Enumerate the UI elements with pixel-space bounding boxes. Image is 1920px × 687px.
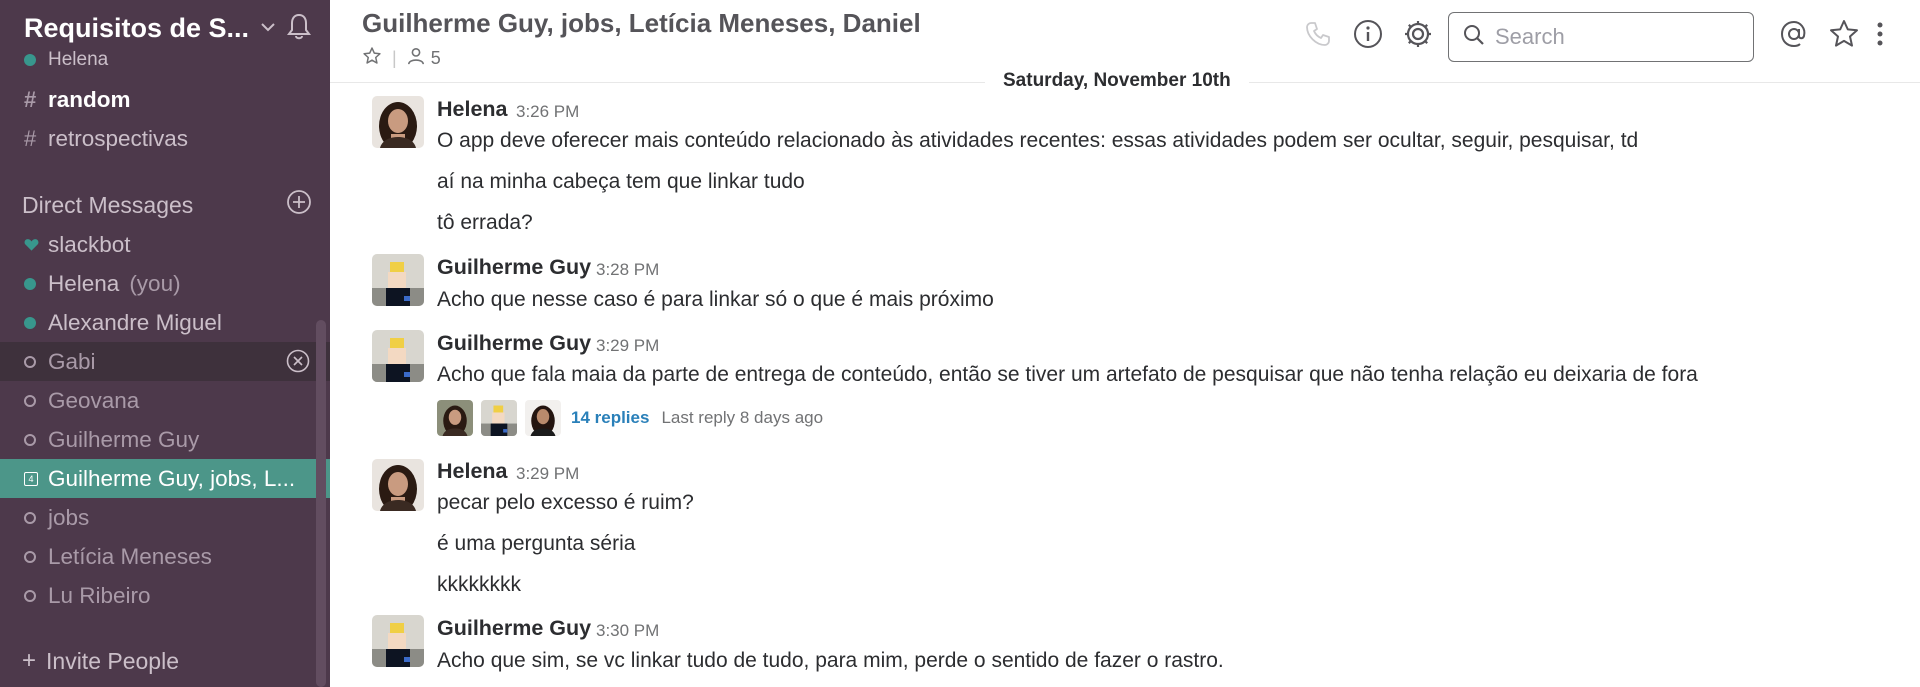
dm-label: slackbot (48, 231, 131, 257)
dm-label: Letícia Meneses (48, 543, 212, 569)
presence-away-icon (24, 394, 36, 407)
message-author[interactable]: Helena (437, 459, 508, 484)
dm-label: Gabi (48, 348, 96, 374)
star-outline-icon[interactable] (362, 46, 382, 71)
message-author[interactable]: Helena (437, 97, 508, 122)
search-icon (1463, 24, 1485, 51)
meta-divider: | (392, 48, 397, 68)
presence-away-icon (24, 433, 36, 446)
sidebar: Requisitos de S... Helena # random # ret… (0, 0, 330, 687)
bell-icon[interactable] (284, 12, 314, 42)
message-author[interactable]: Guilherme Guy (437, 255, 591, 280)
avatar-guilherme-guy[interactable] (372, 254, 424, 306)
message-time[interactable]: 3:29 PM (516, 464, 579, 484)
dm-slackbot[interactable]: slackbot (0, 225, 330, 264)
you-label: (you) (129, 270, 181, 296)
channel-meta: | 5 (362, 46, 441, 71)
group-count-badge: 4 (24, 471, 38, 486)
avatar-guilherme-guy[interactable] (372, 330, 424, 382)
dm-label: Guilherme Guy, jobs, L... (48, 465, 296, 491)
thread-summary[interactable]: 14 replies Last reply 8 days ago (437, 400, 823, 436)
user-status-name: Helena (48, 49, 109, 70)
dm-label: jobs (48, 504, 90, 530)
presence-away-icon (24, 355, 36, 368)
message-text: Acho que sim, se vc linkar tudo de tudo,… (437, 649, 1224, 672)
hash-icon: # (24, 125, 37, 151)
message-time[interactable]: 3:28 PM (596, 260, 659, 280)
mentions-icon[interactable] (1778, 18, 1810, 50)
dm-label: Helena (48, 270, 120, 296)
gear-icon[interactable] (1402, 18, 1434, 50)
message-author[interactable]: Guilherme Guy (437, 331, 591, 356)
dm-group-active[interactable]: 4 Guilherme Guy, jobs, L... (0, 459, 330, 498)
message-text: pecar pelo excesso é ruim? (437, 491, 694, 514)
search-input[interactable] (1495, 24, 1735, 50)
dm-helena[interactable]: Helena (you) (0, 264, 330, 303)
presence-away-icon (24, 589, 36, 602)
dm-alexandre-miguel[interactable]: Alexandre Miguel (0, 303, 330, 342)
search-field[interactable] (1448, 12, 1754, 62)
message-time[interactable]: 3:26 PM (516, 102, 579, 122)
avatar-helena[interactable] (372, 459, 424, 511)
presence-online-icon (24, 316, 36, 329)
message-author[interactable]: Guilherme Guy (437, 616, 591, 641)
thread-avatar-participant (525, 400, 561, 436)
invite-people-label: Invite People (46, 647, 179, 674)
sidebar-scrollbar[interactable] (316, 320, 326, 687)
message-time[interactable]: 3:30 PM (596, 621, 659, 641)
close-dm-icon[interactable] (286, 349, 310, 379)
thread-avatar-helena (437, 400, 473, 436)
phone-icon[interactable] (1302, 18, 1334, 50)
hash-icon: # (24, 86, 37, 112)
message-text: Acho que nesse caso é para linkar só o q… (437, 288, 994, 311)
presence-away-icon (24, 550, 36, 563)
channel-label: retrospectivas (48, 125, 189, 151)
message-text: O app deve oferecer mais conteúdo relaci… (437, 129, 1639, 152)
dm-label: Guilherme Guy (48, 426, 200, 452)
dm-geovana[interactable]: Geovana (0, 381, 330, 420)
dm-label: Alexandre Miguel (48, 309, 222, 335)
message-time[interactable]: 3:29 PM (596, 336, 659, 356)
dm-lu-ribeiro[interactable]: Lu Ribeiro (0, 576, 330, 615)
presence-online-icon (24, 277, 36, 290)
dm-gabi[interactable]: Gabi (0, 342, 330, 381)
avatar-guilherme-guy[interactable] (372, 615, 424, 667)
message-text: é uma pergunta séria (437, 532, 636, 555)
channel-label: random (48, 86, 131, 112)
thread-replies-link[interactable]: 14 replies (571, 408, 649, 428)
heart-icon (24, 238, 48, 252)
message-text: kkkkkkkk (437, 573, 521, 596)
user-status[interactable]: Helena (0, 40, 330, 80)
dm-label: Geovana (48, 387, 140, 413)
dm-leticia-meneses[interactable]: Letícia Meneses (0, 537, 330, 576)
plus-icon: + (22, 647, 37, 674)
channel-title[interactable]: Guilherme Guy, jobs, Letícia Meneses, Da… (362, 8, 921, 39)
direct-messages-label[interactable]: Direct Messages (22, 192, 193, 219)
channel-retrospectivas[interactable]: # retrospectivas (0, 119, 330, 158)
date-divider: Saturday, November 10th (985, 70, 1249, 92)
presence-online-icon (24, 54, 36, 66)
avatar-helena[interactable] (372, 96, 424, 148)
dm-guilherme-guy[interactable]: Guilherme Guy (0, 420, 330, 459)
team-name[interactable]: Requisitos de S... (24, 13, 249, 44)
thread-avatar-guilherme-guy (481, 400, 517, 436)
message-text: aí na minha cabeça tem que linkar tudo (437, 170, 805, 193)
more-vertical-icon[interactable] (1872, 18, 1888, 50)
direct-messages-header[interactable]: Direct Messages (22, 188, 312, 222)
message-text: tô errada? (437, 211, 533, 234)
thread-last-reply: Last reply 8 days ago (661, 408, 824, 427)
dm-label: Lu Ribeiro (48, 582, 151, 608)
add-dm-icon[interactable] (286, 189, 312, 221)
info-icon[interactable] (1352, 18, 1384, 50)
channel-random[interactable]: # random (0, 80, 330, 119)
member-count[interactable]: 5 (431, 48, 441, 69)
presence-away-icon (24, 511, 36, 524)
star-icon[interactable] (1828, 18, 1860, 50)
message-text: Acho que fala maia da parte de entrega d… (437, 363, 1698, 386)
chevron-down-icon[interactable] (261, 19, 275, 37)
invite-people-button[interactable]: + Invite People (22, 644, 179, 678)
dm-jobs[interactable]: jobs (0, 498, 330, 537)
members-icon[interactable] (407, 47, 425, 70)
